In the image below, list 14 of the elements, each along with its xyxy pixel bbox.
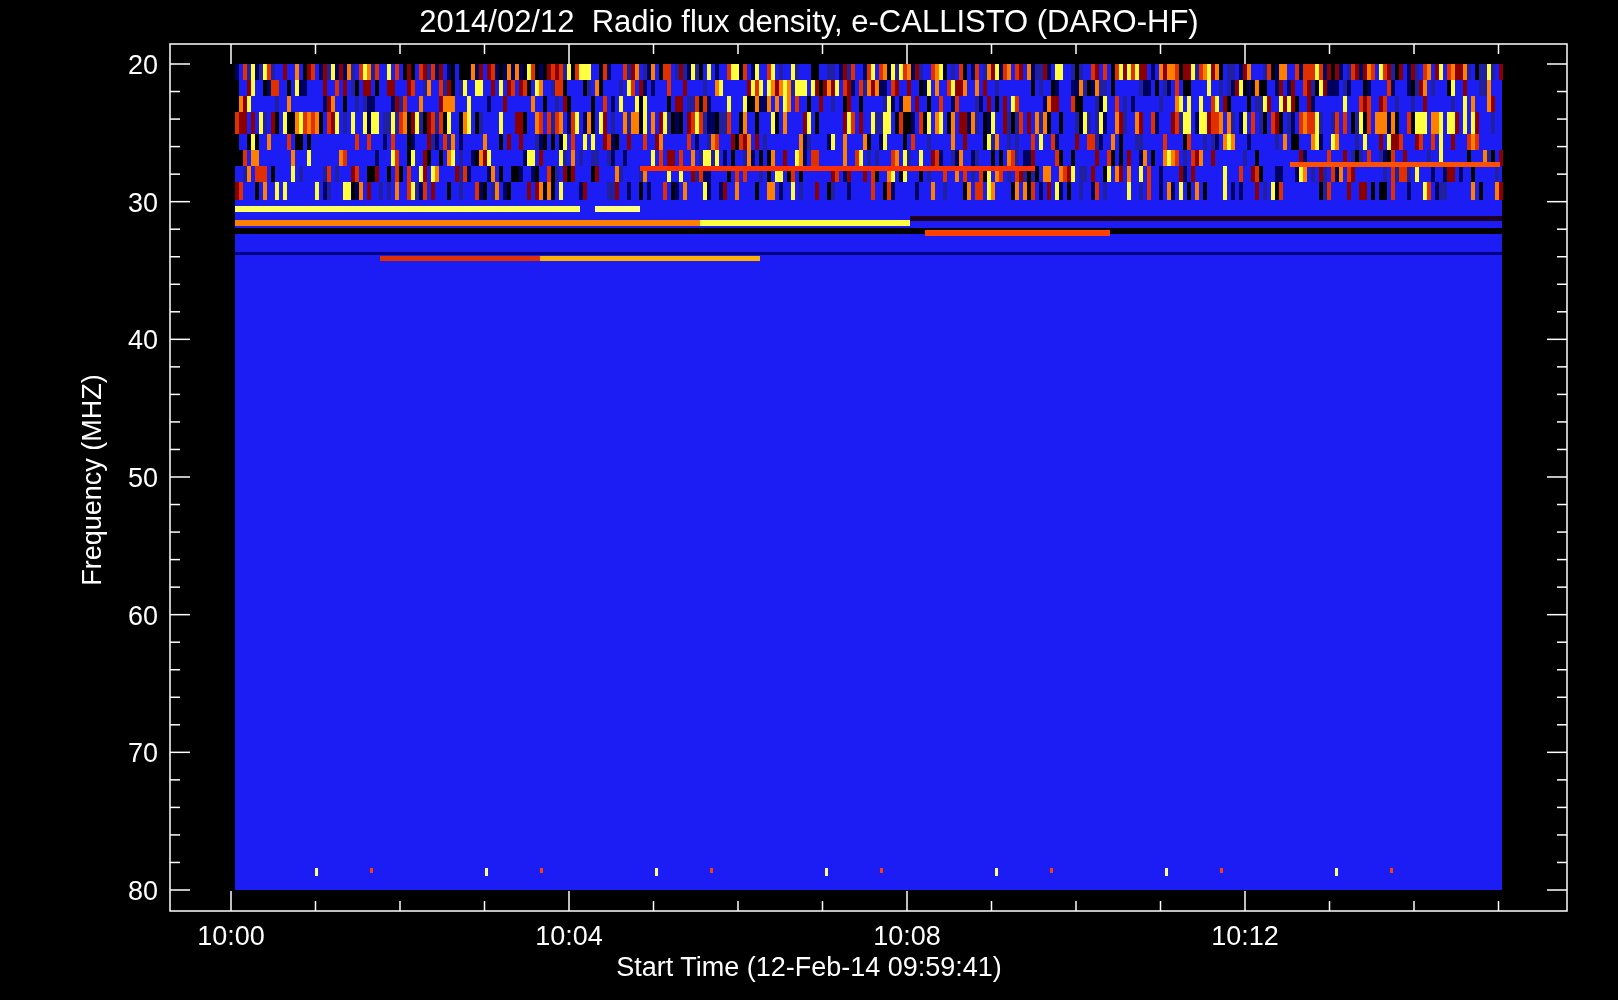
- axis-tick-label: 10:08: [873, 921, 941, 951]
- axis-tick-label: 20: [127, 50, 158, 80]
- axis-tick-label: 10:04: [535, 921, 603, 951]
- axis-tick-label: 50: [127, 463, 158, 493]
- axis-tick-label: 70: [127, 738, 158, 769]
- axis-tick-label: 10:00: [197, 921, 265, 951]
- axis-title: Start Time (12-Feb-14 09:59:41): [616, 952, 1002, 982]
- axis-tick-label: 60: [127, 600, 158, 631]
- axis-tick-label: 80: [127, 876, 158, 906]
- chart-title: 2014/02/12 Radio flux density, e-CALLISTO (DARO-HF): [419, 4, 1199, 39]
- axis-tick-label: 10:12: [1211, 921, 1279, 951]
- axis-tick-label: 30: [127, 187, 158, 218]
- axis-title: Frequency (MHZ): [77, 374, 107, 586]
- axis-tick-label: 40: [127, 325, 158, 356]
